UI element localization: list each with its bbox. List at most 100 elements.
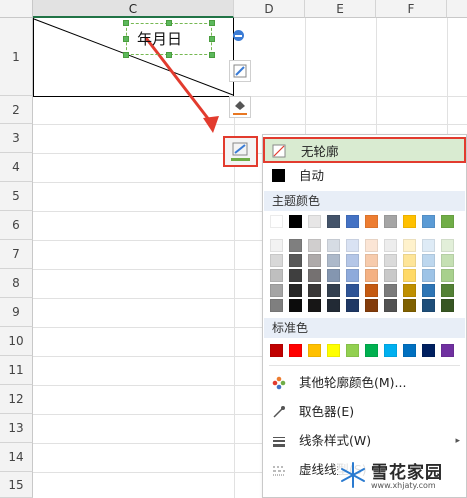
theme-color-swatch[interactable] <box>422 215 435 228</box>
resize-handle[interactable] <box>123 52 129 58</box>
theme-color-swatch[interactable] <box>365 269 378 282</box>
theme-color-swatch[interactable] <box>365 299 378 312</box>
theme-color-swatch[interactable] <box>384 284 397 297</box>
theme-color-swatch[interactable] <box>441 284 454 297</box>
theme-color-swatch[interactable] <box>403 254 416 267</box>
theme-color-swatch[interactable] <box>403 284 416 297</box>
theme-color-swatch[interactable] <box>270 239 283 252</box>
theme-color-swatch[interactable] <box>365 284 378 297</box>
theme-color-swatch[interactable] <box>327 284 340 297</box>
theme-color-swatch[interactable] <box>308 254 321 267</box>
theme-color-swatch[interactable] <box>346 254 359 267</box>
edit-shape-button[interactable] <box>229 60 251 82</box>
standard-color-swatch[interactable] <box>327 344 340 357</box>
theme-color-swatch[interactable] <box>346 239 359 252</box>
theme-color-swatch[interactable] <box>270 215 283 228</box>
no-outline-icon <box>272 144 286 158</box>
theme-color-swatch[interactable] <box>327 254 340 267</box>
theme-color-swatch[interactable] <box>308 284 321 297</box>
theme-color-swatch[interactable] <box>346 215 359 228</box>
paint-bucket-icon <box>233 101 247 115</box>
fill-color-button[interactable] <box>229 96 251 118</box>
theme-color-swatch[interactable] <box>384 269 397 282</box>
theme-color-swatch[interactable] <box>422 239 435 252</box>
date-textbox[interactable]: 年月日 <box>126 23 212 55</box>
theme-color-swatch[interactable] <box>327 239 340 252</box>
theme-color-swatch[interactable] <box>422 284 435 297</box>
line-style-label: 线条样式(W) <box>299 433 372 448</box>
watermark-logo-text: 雪花家园 <box>371 463 443 483</box>
resize-handle[interactable] <box>123 36 129 42</box>
theme-color-swatch[interactable] <box>308 239 321 252</box>
theme-color-swatch[interactable] <box>289 284 302 297</box>
outline-pen-icon <box>231 142 250 161</box>
theme-color-swatch[interactable] <box>365 239 378 252</box>
theme-color-swatch[interactable] <box>403 239 416 252</box>
resize-handle[interactable] <box>209 20 215 26</box>
theme-color-swatch[interactable] <box>308 299 321 312</box>
shape-outline-button[interactable] <box>223 136 258 167</box>
theme-color-swatch[interactable] <box>384 215 397 228</box>
theme-color-swatch[interactable] <box>289 215 302 228</box>
theme-color-swatch[interactable] <box>422 269 435 282</box>
auto-color-swatch <box>272 169 285 182</box>
theme-color-swatch[interactable] <box>384 299 397 312</box>
theme-color-swatch[interactable] <box>403 215 416 228</box>
theme-color-swatch[interactable] <box>289 269 302 282</box>
theme-color-swatch[interactable] <box>384 254 397 267</box>
theme-color-swatch[interactable] <box>422 299 435 312</box>
theme-color-swatch[interactable] <box>270 299 283 312</box>
theme-color-swatch[interactable] <box>403 269 416 282</box>
standard-color-swatch[interactable] <box>441 344 454 357</box>
theme-color-swatch[interactable] <box>365 215 378 228</box>
theme-color-swatch[interactable] <box>346 269 359 282</box>
theme-color-swatch[interactable] <box>403 299 416 312</box>
theme-color-swatch[interactable] <box>270 269 283 282</box>
standard-color-swatch[interactable] <box>308 344 321 357</box>
theme-color-swatch[interactable] <box>289 254 302 267</box>
theme-color-swatch[interactable] <box>422 254 435 267</box>
theme-color-swatch[interactable] <box>308 269 321 282</box>
standard-color-swatch[interactable] <box>365 344 378 357</box>
dash-style-icon <box>273 466 285 476</box>
resize-handle[interactable] <box>209 52 215 58</box>
theme-color-swatch[interactable] <box>346 299 359 312</box>
theme-color-swatch[interactable] <box>289 299 302 312</box>
automatic-color-option[interactable]: 自动 <box>263 163 466 189</box>
theme-colors-header: 主题颜色 <box>264 191 465 211</box>
theme-color-swatch[interactable] <box>441 299 454 312</box>
no-outline-option[interactable]: 无轮廓 <box>263 137 466 163</box>
theme-color-swatch[interactable] <box>289 239 302 252</box>
standard-color-swatch[interactable] <box>289 344 302 357</box>
theme-color-swatch[interactable] <box>365 254 378 267</box>
theme-color-swatch[interactable] <box>441 254 454 267</box>
theme-color-swatch[interactable] <box>308 215 321 228</box>
theme-color-swatch[interactable] <box>346 284 359 297</box>
theme-color-swatch[interactable] <box>441 269 454 282</box>
resize-handle[interactable] <box>123 20 129 26</box>
theme-color-swatch[interactable] <box>270 254 283 267</box>
eyedropper-option[interactable]: 取色器(E) <box>263 399 466 425</box>
theme-color-swatch[interactable] <box>270 284 283 297</box>
standard-color-swatch[interactable] <box>270 344 283 357</box>
line-style-option[interactable]: 线条样式(W) ▸ <box>263 428 466 454</box>
collapse-icon[interactable] <box>233 30 244 41</box>
standard-color-swatch[interactable] <box>346 344 359 357</box>
theme-color-swatch[interactable] <box>327 269 340 282</box>
standard-color-swatch[interactable] <box>422 344 435 357</box>
theme-color-swatch[interactable] <box>441 239 454 252</box>
theme-color-swatch[interactable] <box>384 239 397 252</box>
resize-handle[interactable] <box>209 36 215 42</box>
watermark: 雪花家园 www.xhjaty.com <box>338 456 466 496</box>
standard-colors-title: 标准色 <box>272 321 309 335</box>
theme-color-swatch[interactable] <box>327 215 340 228</box>
eyedropper-label: 取色器(E) <box>299 404 355 419</box>
more-outline-colors-option[interactable]: 其他轮廓颜色(M)... <box>263 370 466 396</box>
standard-color-swatch[interactable] <box>384 344 397 357</box>
standard-color-swatch[interactable] <box>403 344 416 357</box>
resize-handle[interactable] <box>166 20 172 26</box>
resize-handle[interactable] <box>166 52 172 58</box>
theme-color-swatch[interactable] <box>327 299 340 312</box>
theme-color-swatch[interactable] <box>441 215 454 228</box>
automatic-label: 自动 <box>299 168 325 183</box>
